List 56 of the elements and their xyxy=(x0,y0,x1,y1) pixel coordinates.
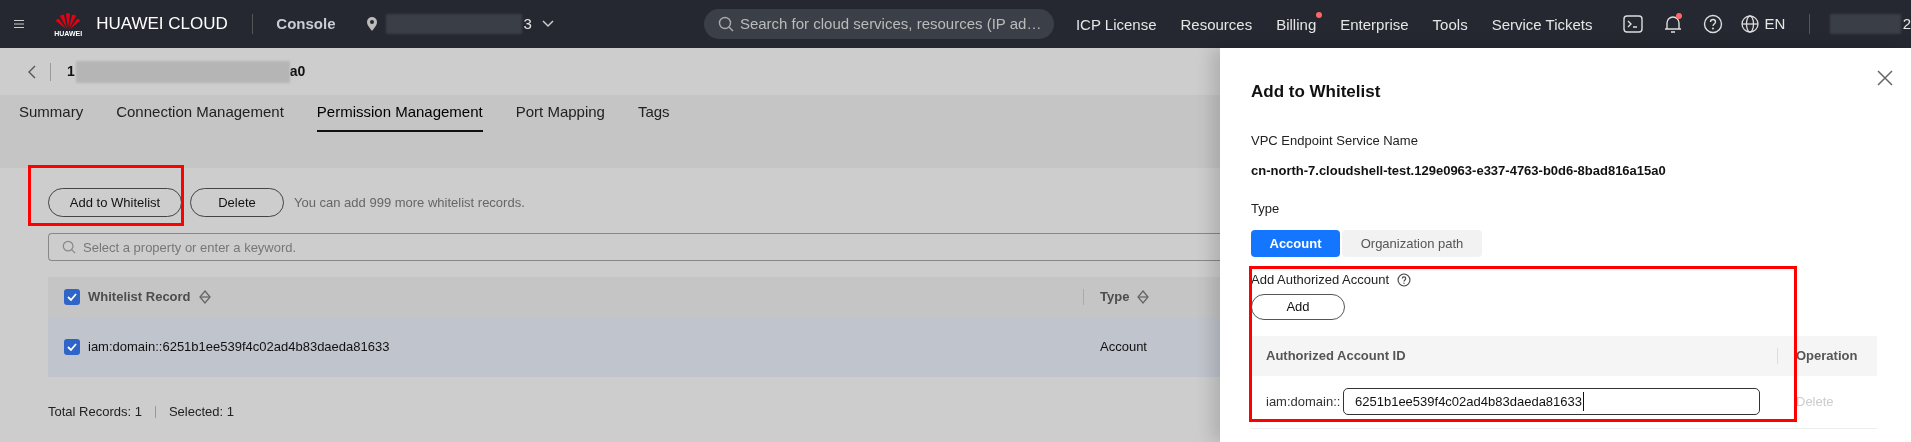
resource-id: 1 xyxy=(67,62,75,81)
resource-id: a0 xyxy=(289,62,306,81)
back-icon[interactable] xyxy=(28,64,36,79)
nav-link[interactable]: Enterprise xyxy=(1340,11,1415,37)
sort-icon[interactable] xyxy=(198,290,211,304)
brand-name: HUAWEI CLOUD xyxy=(96,13,228,36)
region-selector[interactable]: 3 xyxy=(365,12,554,36)
search-field[interactable]: Search for cloud services, resources (IP ad… xyxy=(703,9,1054,39)
table-row[interactable]: iam:domain::6251b1ee539f4c02ad4b83daeda81633 Account xyxy=(48,317,1220,377)
sort-icon[interactable] xyxy=(1137,290,1150,304)
column-header: Authorized Account ID xyxy=(1265,346,1407,365)
region-name: 3 xyxy=(523,13,532,34)
service-name: cn-north-7.cloudshell-test.129e0963-e337-4763-b0d6-8bad816a15a0 xyxy=(1251,162,1667,180)
selected-count: Selected: 1 xyxy=(168,403,234,421)
menu-icon[interactable] xyxy=(14,17,25,31)
drawer-title: Add to Whitelist xyxy=(1251,81,1382,103)
filter-field[interactable]: Select a property or enter a keyword. xyxy=(48,233,1220,261)
globe-icon xyxy=(1740,15,1759,33)
location-pin-icon xyxy=(365,16,378,32)
tab[interactable]: Tags xyxy=(637,95,670,132)
console-link[interactable]: Console xyxy=(276,12,336,36)
search-icon xyxy=(62,240,76,254)
nav-link[interactable]: Tools xyxy=(1432,11,1474,37)
total-records: Total Records: 1 xyxy=(48,403,142,421)
field-label: Add Authorized Account xyxy=(1251,271,1390,289)
search-icon xyxy=(717,16,734,32)
nav-link[interactable]: Service Tickets xyxy=(1491,11,1599,37)
column-header[interactable]: Type xyxy=(1100,287,1150,307)
field-label: VPC Endpoint Service Name xyxy=(1251,131,1419,150)
nav-link[interactable]: ICP License xyxy=(1075,11,1163,37)
chevron-down-icon xyxy=(541,20,554,28)
hint-text: You can add 999 more whitelist records. xyxy=(294,193,525,212)
checkbox[interactable] xyxy=(64,289,80,305)
account-prefix: iam:domain:: xyxy=(1265,392,1342,411)
nav-link[interactable]: Billing xyxy=(1276,11,1323,37)
tab[interactable]: Summary xyxy=(19,95,84,132)
tab[interactable]: Port Mapping xyxy=(515,95,605,132)
field-label: Type xyxy=(1251,199,1281,218)
table-cell-text: Account xyxy=(1100,338,1147,357)
nav-link[interactable]: Resources xyxy=(1180,11,1259,37)
checkbox[interactable] xyxy=(64,339,80,355)
petal-logo-icon xyxy=(55,11,82,30)
table-cell-text: iam:domain::6251b1ee539f4c02ad4b83daeda81633 xyxy=(88,338,390,357)
redaction-block xyxy=(1829,14,1901,34)
account-id-input[interactable]: 6251b1ee539f4c02ad4b83daeda81633 xyxy=(1343,388,1760,415)
bell-icon[interactable] xyxy=(1662,14,1683,34)
column-header: Operation xyxy=(1796,346,1858,365)
segment-option[interactable]: Account xyxy=(1251,230,1340,257)
tab[interactable]: Connection Management xyxy=(116,95,284,132)
column-header[interactable]: Whitelist Record xyxy=(88,287,211,307)
terminal-icon[interactable] xyxy=(1622,15,1643,33)
language-selector[interactable]: EN xyxy=(1740,12,1786,36)
segment-option[interactable]: Organization path xyxy=(1342,230,1482,257)
close-icon[interactable] xyxy=(1877,70,1893,86)
account-name[interactable]: 2 xyxy=(1902,12,1911,36)
help-icon[interactable] xyxy=(1397,272,1412,287)
